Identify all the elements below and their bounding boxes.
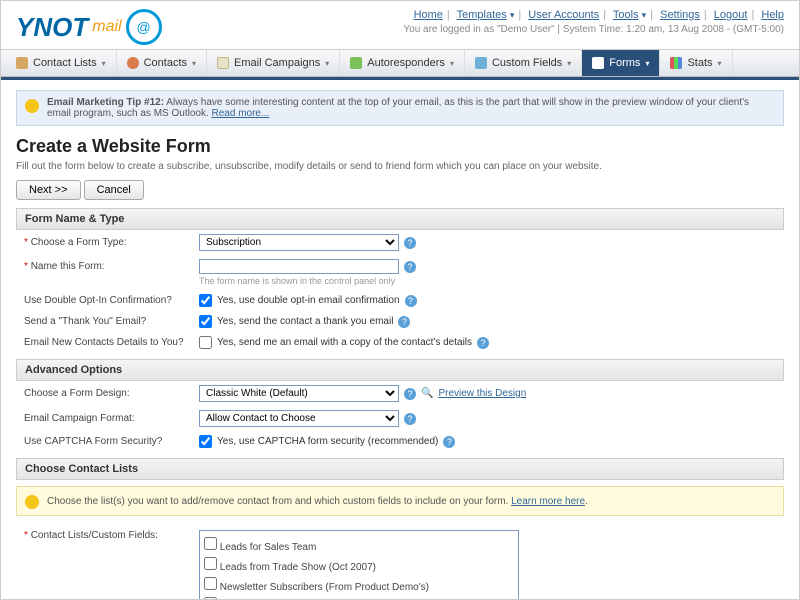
label-contact-lists: Contact Lists/Custom Fields: [31, 530, 158, 541]
nav-home[interactable]: Home [414, 9, 443, 21]
reply-icon [350, 57, 362, 69]
thankyou-checkbox[interactable] [199, 315, 212, 328]
chevron-down-icon: ▾ [718, 59, 722, 68]
help-icon[interactable]: ? [404, 237, 416, 249]
person-icon [127, 57, 139, 69]
preview-design-link[interactable]: Preview this Design [438, 388, 526, 399]
form-type-select[interactable]: Subscription [199, 234, 399, 251]
info-text: Choose the list(s) you want to add/remov… [47, 496, 511, 507]
list-item[interactable]: Leads for Sales Team [204, 535, 514, 555]
tab-email-campaigns[interactable]: Email Campaigns▾ [207, 50, 340, 76]
tip-read-more[interactable]: Read more... [212, 108, 270, 119]
list-item[interactable]: Leads from Trade Show (Oct 2007) [204, 555, 514, 575]
top-nav: Home| Templates ▾| User Accounts| Tools … [403, 9, 784, 45]
form-design-select[interactable]: Classic White (Default) [199, 385, 399, 402]
tip-prefix: Email Marketing Tip #12: [47, 97, 164, 108]
label-campaign-format: Email Campaign Format: [24, 413, 199, 424]
label-captcha: Use CAPTCHA Form Security? [24, 436, 199, 447]
logo-text: YNOT [16, 12, 88, 43]
captcha-text: Yes, use CAPTCHA form security (recommen… [217, 436, 438, 447]
label-thankyou: Send a "Thank You" Email? [24, 316, 199, 327]
email-copy-text: Yes, send me an email with a copy of the… [217, 337, 472, 348]
label-double-optin: Use Double Opt-In Confirmation? [24, 295, 199, 306]
section-choose-lists: Choose Contact Lists [16, 458, 784, 480]
chevron-down-icon: ▾ [642, 10, 647, 20]
help-icon[interactable]: ? [477, 337, 489, 349]
tab-autoresponders[interactable]: Autoresponders▾ [340, 50, 465, 76]
nav-help[interactable]: Help [761, 9, 784, 21]
form-name-hint: The form name is shown in the control pa… [199, 276, 784, 286]
help-icon[interactable]: ? [404, 261, 416, 273]
nav-tools[interactable]: Tools [613, 9, 639, 21]
campaign-format-select[interactable]: Allow Contact to Choose [199, 410, 399, 427]
list-checkbox[interactable] [204, 577, 217, 590]
chart-icon [670, 57, 682, 69]
field-icon [475, 57, 487, 69]
tab-stats[interactable]: Stats▾ [660, 50, 732, 76]
nav-settings[interactable]: Settings [660, 9, 700, 21]
help-icon[interactable]: ? [398, 316, 410, 328]
chevron-down-icon: ▾ [450, 59, 454, 68]
chevron-down-icon: ▾ [102, 59, 106, 68]
chevron-down-icon: ▾ [510, 10, 515, 20]
logo-at-icon: @ [126, 9, 162, 45]
status-text: You are logged in as "Demo User" | Syste… [403, 24, 784, 35]
list-checkbox[interactable] [204, 557, 217, 570]
logo-subtext: mail [92, 18, 121, 36]
bulb-icon [25, 495, 39, 509]
chevron-down-icon: ▾ [192, 59, 196, 68]
section-advanced-options: Advanced Options [16, 359, 784, 381]
list-checkbox[interactable] [204, 537, 217, 550]
label-form-design: Choose a Form Design: [24, 388, 199, 399]
folder-icon [16, 57, 28, 69]
contact-lists-box: Leads for Sales Team Leads from Trade Sh… [199, 530, 519, 600]
page-title: Create a Website Form [16, 136, 784, 157]
info-box: Choose the list(s) you want to add/remov… [16, 486, 784, 516]
nav-logout[interactable]: Logout [714, 9, 748, 21]
label-form-name: Name this Form: [31, 261, 105, 272]
chevron-down-icon: ▾ [325, 59, 329, 68]
chevron-down-icon: ▾ [645, 59, 649, 68]
nav-user-accounts[interactable]: User Accounts [528, 9, 599, 21]
tip-box: Email Marketing Tip #12: Always have som… [16, 90, 784, 126]
tab-contacts[interactable]: Contacts▾ [117, 50, 207, 76]
tab-custom-fields[interactable]: Custom Fields▾ [465, 50, 582, 76]
chevron-down-icon: ▾ [567, 59, 571, 68]
label-form-type: Choose a Form Type: [31, 237, 127, 248]
tab-contact-lists[interactable]: Contact Lists▾ [6, 50, 117, 76]
captcha-checkbox[interactable] [199, 435, 212, 448]
form-name-input[interactable] [199, 259, 399, 274]
cancel-button[interactable]: Cancel [84, 180, 144, 200]
help-icon[interactable]: ? [405, 295, 417, 307]
double-optin-checkbox[interactable] [199, 294, 212, 307]
page-subtitle: Fill out the form below to create a subs… [16, 161, 784, 172]
main-nav: Contact Lists▾ Contacts▾ Email Campaigns… [1, 49, 799, 77]
learn-more-link[interactable]: Learn more here [511, 496, 585, 507]
label-email-copy: Email New Contacts Details to You? [24, 337, 199, 348]
section-form-name-type: Form Name & Type [16, 208, 784, 230]
logo: YNOT mail @ [16, 9, 162, 45]
help-icon[interactable]: ? [443, 436, 455, 448]
nav-templates[interactable]: Templates [457, 9, 507, 21]
double-optin-text: Yes, use double opt-in email confirmatio… [217, 295, 400, 306]
list-item[interactable]: Newsletter Subscribers (From Website) [204, 595, 514, 600]
form-icon [592, 57, 604, 69]
list-item[interactable]: Newsletter Subscribers (From Product Dem… [204, 575, 514, 595]
thankyou-text: Yes, send the contact a thank you email [217, 316, 393, 327]
help-icon[interactable]: ? [404, 413, 416, 425]
envelope-icon [217, 57, 229, 69]
help-icon[interactable]: ? [404, 388, 416, 400]
next-button[interactable]: Next >> [16, 180, 81, 200]
email-copy-checkbox[interactable] [199, 336, 212, 349]
tab-forms[interactable]: Forms▾ [582, 50, 660, 76]
magnifier-icon: 🔍 [421, 388, 433, 399]
bulb-icon [25, 99, 39, 113]
